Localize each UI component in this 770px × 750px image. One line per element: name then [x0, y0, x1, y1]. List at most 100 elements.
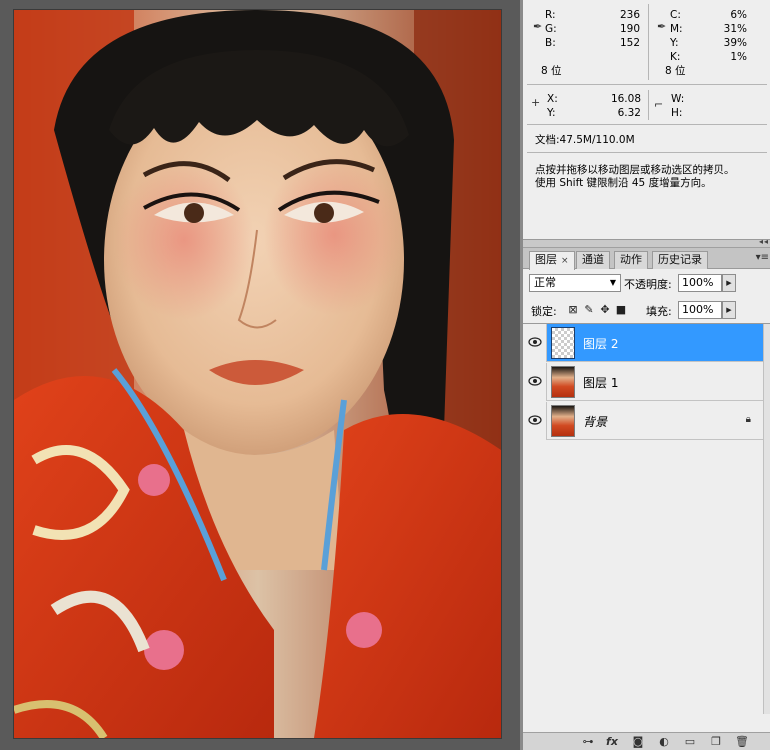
lock-all-icon[interactable]: ■	[615, 304, 627, 316]
c-value: 6%	[730, 9, 747, 21]
info-row-b: B: 152	[545, 36, 640, 50]
cmyk-eyedropper-icon: ✒	[657, 20, 667, 33]
lock-transparency-icon[interactable]: ⊠	[567, 304, 579, 316]
info-row-r: R: 236	[545, 8, 640, 22]
layer-row-background[interactable]: 背景 🔒︎	[523, 402, 763, 440]
k-value: 1%	[730, 51, 747, 63]
layer-name[interactable]: 图层 1	[583, 374, 618, 391]
info-row-m: M: 31%	[670, 22, 750, 36]
layer-name[interactable]: 背景	[583, 413, 607, 430]
document-canvas[interactable]	[0, 0, 520, 750]
y-readout: Y: 6.32	[547, 106, 641, 120]
info-row-g: G: 190	[545, 22, 640, 36]
h-label: H:	[671, 107, 683, 119]
x-readout: X: 16.08	[547, 92, 641, 106]
visibility-toggle[interactable]	[523, 324, 547, 362]
r-label: R:	[545, 9, 556, 21]
fill-label: 填充:	[646, 305, 672, 318]
tab-history[interactable]: 历史记录	[652, 251, 708, 269]
opacity-slider-toggle-icon[interactable]: ▶	[722, 274, 736, 292]
tab-history-label: 历史记录	[658, 253, 702, 266]
right-panel-dock: ✒ R: 236 G: 190 B: 152 8 位 ✒ C: 6% M: 31…	[520, 0, 770, 750]
y-label: Y:	[670, 37, 679, 49]
layer-list: 图层 2 图层 1 背景 🔒︎	[523, 323, 770, 714]
layer-thumbnail-photo	[551, 366, 575, 398]
layer-list-scrollbar[interactable]	[763, 324, 770, 714]
g-value: 190	[619, 23, 640, 35]
r-value: 236	[619, 9, 640, 21]
tool-hint-line-2: 使用 Shift 键限制沿 45 度增量方向。	[535, 177, 712, 189]
panel-tabs: 图层 × 通道 动作 历史记录 ▾≡	[523, 248, 770, 270]
blend-mode-select[interactable]: 正常 ▼	[529, 274, 621, 292]
fill-slider-toggle-icon[interactable]: ▶	[722, 301, 736, 319]
info-panel: ✒ R: 236 G: 190 B: 152 8 位 ✒ C: 6% M: 31…	[523, 0, 770, 240]
y-label-pos: Y:	[547, 107, 556, 119]
m-value: 31%	[723, 23, 747, 35]
w-label: W:	[671, 93, 685, 105]
layer-thumbnail-transparent	[551, 327, 575, 359]
tab-layers[interactable]: 图层 ×	[529, 251, 575, 270]
new-layer-icon[interactable]: ❐	[709, 735, 723, 748]
layer-name[interactable]: 图层 2	[583, 335, 618, 352]
eye-icon	[528, 415, 542, 425]
group-folder-icon[interactable]: ▭	[683, 735, 697, 748]
fx-icon[interactable]: fx	[605, 735, 619, 748]
tab-channels-label: 通道	[582, 253, 604, 266]
visibility-toggle[interactable]	[523, 402, 547, 440]
tab-channels[interactable]: 通道	[576, 251, 610, 269]
info-separator-1	[527, 84, 767, 85]
link-icon[interactable]: ⊶	[581, 735, 595, 748]
tab-close-icon[interactable]: ×	[561, 256, 569, 266]
crosshair-icon: +	[531, 96, 541, 109]
eye-icon	[528, 337, 542, 347]
collapse-chevron-icon[interactable]: ◂◂	[759, 237, 769, 246]
panel-menu-icon[interactable]: ▾≡	[756, 252, 769, 263]
blend-mode-value: 正常	[534, 276, 556, 289]
info-row-y: Y: 39%	[670, 36, 750, 50]
eye-icon	[528, 376, 542, 386]
y-value: 39%	[723, 37, 747, 49]
adjustment-icon[interactable]: ◐	[657, 735, 671, 748]
x-label: X:	[547, 93, 558, 105]
c-label: C:	[670, 9, 681, 21]
lock-icon: 🔒︎	[745, 414, 751, 425]
selection-size-icon: ⌐	[654, 98, 664, 111]
k-label: K:	[670, 51, 681, 63]
tab-actions-label: 动作	[620, 253, 642, 266]
b-value: 152	[619, 37, 640, 49]
info-row-c: C: 6%	[670, 8, 750, 22]
lock-position-icon[interactable]: ✥	[599, 304, 611, 316]
panel-collapse-strip[interactable]: ◂◂	[523, 237, 770, 248]
y-value-pos: 6.32	[617, 107, 641, 119]
layer-row-layer2[interactable]: 图层 2	[523, 324, 763, 362]
info-row-k: K: 1%	[670, 50, 750, 64]
b-label: B:	[545, 37, 556, 49]
tab-layers-label: 图层	[535, 253, 557, 266]
lock-paint-icon[interactable]: ✎	[583, 304, 595, 316]
fill-input[interactable]: 100%	[678, 301, 722, 319]
layer-thumbnail-photo	[551, 405, 575, 437]
tab-actions[interactable]: 动作	[614, 251, 648, 269]
opacity-input[interactable]: 100%	[678, 274, 722, 292]
info-separator-3	[527, 152, 767, 153]
lock-label: 锁定:	[531, 305, 557, 318]
info-divider	[648, 4, 649, 80]
eyedropper-icon: ✒	[533, 20, 543, 33]
tool-hint-line-1: 点按并拖移以移动图层或移动选区的拷贝。	[535, 164, 735, 176]
visibility-toggle[interactable]	[523, 363, 547, 401]
info-divider-2	[648, 90, 649, 120]
x-value: 16.08	[610, 93, 641, 105]
document-image[interactable]	[14, 10, 501, 738]
info-separator-2	[527, 124, 767, 125]
chevron-down-icon: ▼	[609, 278, 616, 287]
layers-panel: 图层 × 通道 动作 历史记录 ▾≡ 正常 ▼ 不透明度: 100% ▶ 锁定: …	[523, 248, 770, 750]
trash-icon[interactable]: 🗑︎	[735, 735, 749, 748]
cmyk-bit-depth: 8 位	[665, 65, 686, 77]
g-label: G:	[545, 23, 557, 35]
document-size: 文档:47.5M/110.0M	[535, 134, 635, 146]
opacity-label: 不透明度:	[624, 278, 672, 291]
rgb-bit-depth: 8 位	[541, 65, 562, 77]
layer-row-layer1[interactable]: 图层 1	[523, 363, 763, 401]
m-label: M:	[670, 23, 683, 35]
mask-icon[interactable]: ◙	[631, 735, 645, 748]
